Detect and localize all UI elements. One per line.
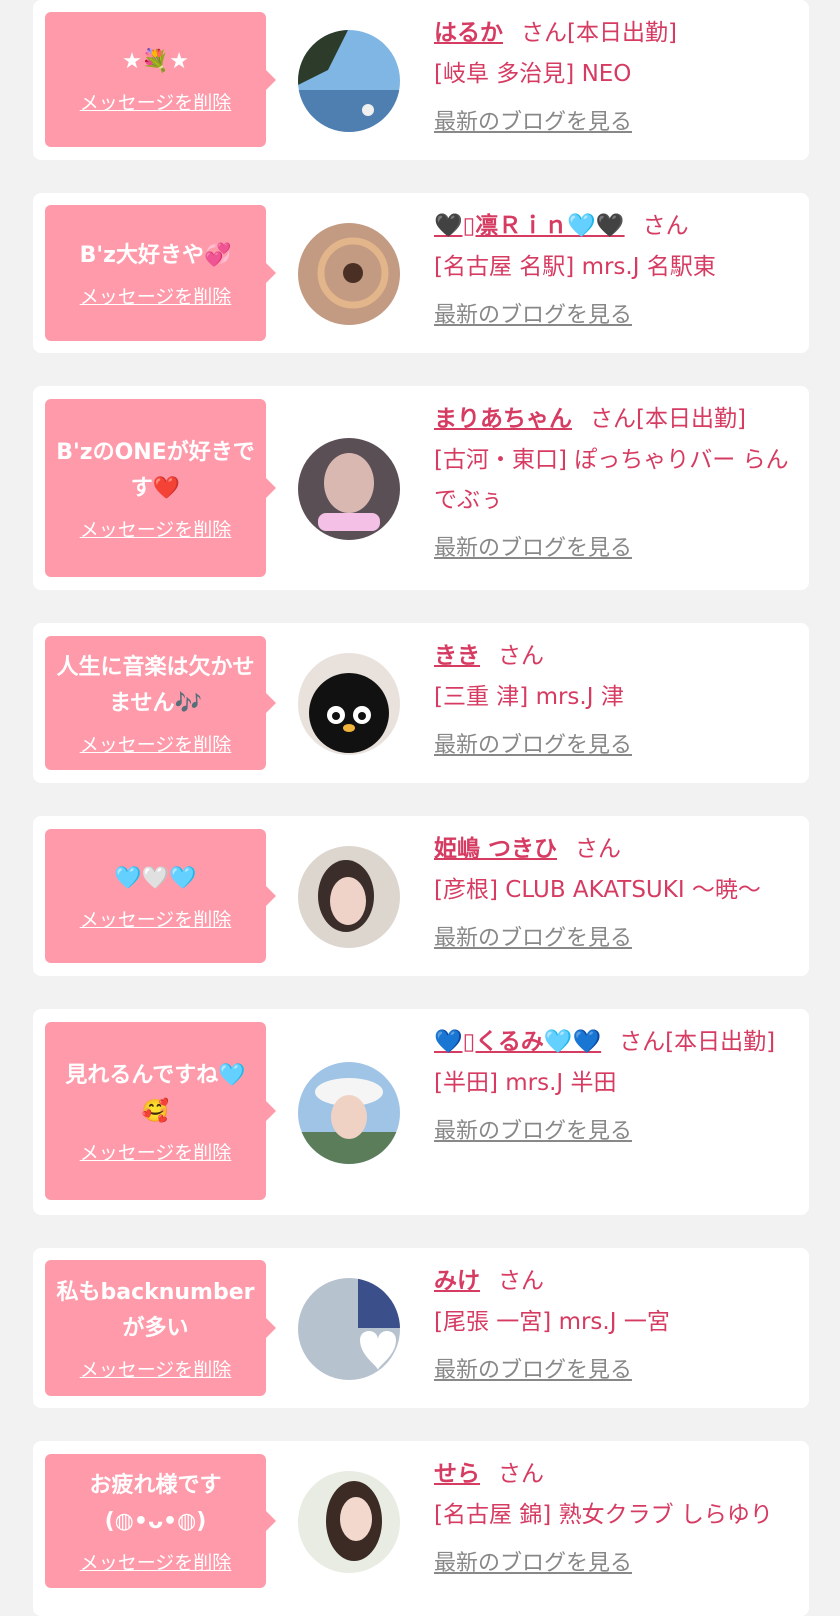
- shop-info: [岐阜 多治見] NEO: [434, 61, 632, 87]
- profile-info: 姫嶋 つきひ さん [彦根] CLUB AKATSUKI 〜暁〜 最新のブログを見…: [434, 828, 794, 952]
- profile-info: 💙▯くるみ🩵💙 さん[本日出勤] [半田] mrs.J 半田 最新のブログを見る: [434, 1021, 794, 1145]
- profile-info: せら さん [名古屋 錦] 熟女クラブ しらゆり 最新のブログを見る: [434, 1453, 794, 1577]
- honorific: さん: [521, 20, 567, 46]
- delete-message-link[interactable]: メッセージを削除: [80, 730, 232, 757]
- avatar[interactable]: [298, 653, 400, 755]
- message-text: 人生に音楽は欠かせません🎶: [56, 654, 255, 716]
- message-text: B'zのONEが好きです❤️: [56, 439, 255, 501]
- profile-name-link[interactable]: 🖤▯凛Ｒｉｎ🩵🖤: [434, 213, 625, 239]
- delete-message-link[interactable]: メッセージを削除: [80, 1138, 232, 1165]
- honorific: さん: [590, 406, 636, 432]
- message-bubble: 私もbacknumberが多い メッセージを削除: [45, 1260, 276, 1396]
- blog-link[interactable]: 最新のブログを見る: [434, 1352, 632, 1384]
- message-card: 私もbacknumberが多い メッセージを削除 みけ さん [尾張 一宮] mr…: [33, 1248, 809, 1408]
- profile-info: まりあちゃん さん[本日出勤] [古河・東口] ぽっちゃりバー らんでぶぅ 最新の…: [434, 398, 794, 562]
- message-bubble: 🩵🤍🩵 メッセージを削除: [45, 829, 276, 963]
- honorific: さん: [642, 213, 689, 239]
- message-card: B'zのONEが好きです❤️ メッセージを削除 まりあちゃん さん[本日出勤] […: [33, 386, 809, 590]
- shop-info: [尾張 一宮] mrs.J 一宮: [434, 1309, 670, 1335]
- delete-message-link[interactable]: メッセージを削除: [80, 1548, 232, 1575]
- delete-message-link[interactable]: メッセージを削除: [80, 1355, 232, 1382]
- delete-message-link[interactable]: メッセージを削除: [80, 905, 232, 932]
- honorific: さん: [619, 1029, 666, 1055]
- shop-info: [彦根] CLUB AKATSUKI 〜暁〜: [434, 877, 761, 903]
- message-bubble: お疲れ様です(◍•ᴗ•◍) メッセージを削除: [45, 1454, 276, 1588]
- profile-name-link[interactable]: みけ: [434, 1268, 480, 1294]
- honorific: さん: [498, 643, 544, 669]
- message-text: 🩵🤍🩵: [114, 865, 197, 891]
- message-text: B'z大好きや💞: [79, 242, 232, 268]
- message-card: B'z大好きや💞 メッセージを削除 🖤▯凛Ｒｉｎ🩵🖤 さん [名古屋 名駅] mr…: [33, 193, 809, 353]
- profile-info: きき さん [三重 津] mrs.J 津 最新のブログを見る: [434, 635, 794, 759]
- profile-name-link[interactable]: まりあちゃん: [434, 406, 572, 432]
- delete-message-link[interactable]: メッセージを削除: [80, 515, 232, 542]
- message-card: 🩵🤍🩵 メッセージを削除 姫嶋 つきひ さん [彦根] CLUB AKATSUKI…: [33, 816, 809, 976]
- profile-name-link[interactable]: せら: [434, 1461, 480, 1487]
- profile-name-link[interactable]: きき: [434, 643, 480, 669]
- avatar[interactable]: [298, 30, 400, 132]
- blog-link[interactable]: 最新のブログを見る: [434, 530, 632, 562]
- blog-link[interactable]: 最新のブログを見る: [434, 1113, 632, 1145]
- profile-name-link[interactable]: 姫嶋 つきひ: [434, 836, 557, 862]
- message-bubble: ★💐★ メッセージを削除: [45, 12, 276, 147]
- avatar[interactable]: [298, 438, 400, 540]
- honorific: さん: [498, 1461, 544, 1487]
- avatar[interactable]: [298, 1471, 400, 1573]
- message-card: お疲れ様です(◍•ᴗ•◍) メッセージを削除 せら さん [名古屋 錦] 熟女クラ…: [33, 1441, 809, 1616]
- message-text: 私もbacknumberが多い: [56, 1279, 255, 1341]
- message-bubble: B'zのONEが好きです❤️ メッセージを削除: [45, 399, 276, 577]
- profile-info: はるか さん[本日出勤] [岐阜 多治見] NEO 最新のブログを見る: [434, 12, 794, 136]
- honorific: さん: [498, 1268, 544, 1294]
- blog-link[interactable]: 最新のブログを見る: [434, 297, 632, 329]
- avatar[interactable]: [298, 1062, 400, 1164]
- delete-message-link[interactable]: メッセージを削除: [80, 88, 232, 115]
- message-bubble: 人生に音楽は欠かせません🎶 メッセージを削除: [45, 636, 276, 770]
- shop-info: [古河・東口] ぽっちゃりバー らんでぶぅ: [434, 447, 789, 513]
- message-card: 人生に音楽は欠かせません🎶 メッセージを削除 きき さん [三重 津] mrs.J…: [33, 623, 809, 783]
- avatar[interactable]: [298, 1278, 400, 1380]
- message-text: お疲れ様です(◍•ᴗ•◍): [89, 1472, 222, 1534]
- shop-info: [半田] mrs.J 半田: [434, 1070, 617, 1096]
- delete-message-link[interactable]: メッセージを削除: [80, 282, 232, 309]
- profile-name-link[interactable]: 💙▯くるみ🩵💙: [434, 1029, 601, 1055]
- avatar[interactable]: [298, 846, 400, 948]
- message-text: 見れるんですね🩵🥰: [65, 1062, 246, 1124]
- message-text: ★💐★: [122, 49, 189, 74]
- profile-info: 🖤▯凛Ｒｉｎ🩵🖤 さん [名古屋 名駅] mrs.J 名駅東 最新のブログを見る: [434, 205, 794, 329]
- blog-link[interactable]: 最新のブログを見る: [434, 1545, 632, 1577]
- profile-name-link[interactable]: はるか: [434, 20, 503, 46]
- status-label: [本日出勤]: [567, 20, 677, 46]
- message-bubble: B'z大好きや💞 メッセージを削除: [45, 205, 276, 341]
- blog-link[interactable]: 最新のブログを見る: [434, 104, 632, 136]
- blog-link[interactable]: 最新のブログを見る: [434, 727, 632, 759]
- honorific: さん: [575, 836, 622, 862]
- avatar[interactable]: [298, 223, 400, 325]
- message-card: ★💐★ メッセージを削除 はるか さん[本日出勤] [岐阜 多治見] NEO 最新…: [33, 0, 809, 160]
- message-list: ★💐★ メッセージを削除 はるか さん[本日出勤] [岐阜 多治見] NEO 最新…: [0, 0, 840, 1616]
- shop-info: [名古屋 錦] 熟女クラブ しらゆり: [434, 1502, 773, 1528]
- message-bubble: 見れるんですね🩵🥰 メッセージを削除: [45, 1022, 276, 1200]
- message-card: 見れるんですね🩵🥰 メッセージを削除 💙▯くるみ🩵💙 さん[本日出勤] [半田] …: [33, 1009, 809, 1215]
- status-label: [本日出勤]: [665, 1029, 776, 1055]
- profile-info: みけ さん [尾張 一宮] mrs.J 一宮 最新のブログを見る: [434, 1260, 794, 1384]
- shop-info: [名古屋 名駅] mrs.J 名駅東: [434, 254, 716, 280]
- blog-link[interactable]: 最新のブログを見る: [434, 920, 632, 952]
- shop-info: [三重 津] mrs.J 津: [434, 684, 624, 710]
- status-label: [本日出勤]: [636, 406, 746, 432]
